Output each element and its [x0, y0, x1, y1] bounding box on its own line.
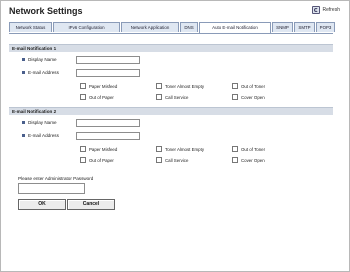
- checkbox-toner-almost-empty-1[interactable]: Toner Almost Empty: [156, 83, 204, 89]
- email-address-label-1: E-mail Address: [22, 70, 59, 75]
- refresh-icon: [312, 6, 321, 14]
- tab-ipv6-configuration[interactable]: IPv6 Configuration: [53, 22, 120, 32]
- display-name-input-2[interactable]: [76, 119, 140, 127]
- display-name-label-text-1: Display Name: [28, 57, 57, 62]
- checkbox-box[interactable]: [80, 157, 86, 163]
- checkbox-toner-almost-empty-2[interactable]: Toner Almost Empty: [156, 146, 204, 152]
- checkbox-out-of-paper-2[interactable]: Out of Paper: [80, 157, 114, 163]
- checkbox-cover-open-2[interactable]: Cover Open: [232, 157, 265, 163]
- section-email-notification-1: E-mail Notification 1: [9, 44, 333, 52]
- email-address-label-2: E-mail Address: [22, 133, 59, 138]
- checkbox-label: Call Service: [165, 94, 189, 100]
- checkbox-label: Call Service: [165, 157, 189, 163]
- bullet-icon: [22, 58, 25, 61]
- settings-window: Network Settings Refresh Network Status …: [0, 0, 350, 272]
- tab-pop3[interactable]: POP3: [316, 22, 335, 32]
- checkbox-paper-misfeed-2[interactable]: Paper Misfeed: [80, 146, 117, 152]
- page-title: Network Settings: [9, 6, 83, 16]
- bullet-icon: [22, 121, 25, 124]
- tab-dns[interactable]: DNS: [180, 22, 198, 32]
- display-name-label-text-2: Display Name: [28, 120, 57, 125]
- checkbox-box[interactable]: [80, 146, 86, 152]
- checkbox-label: Cover Open: [241, 157, 265, 163]
- checkbox-box[interactable]: [232, 83, 238, 89]
- refresh-label: Refresh: [322, 7, 340, 13]
- tab-bar: Network Status IPv6 Configuration Networ…: [9, 22, 335, 34]
- cancel-button[interactable]: Cancel: [67, 199, 115, 210]
- checkbox-cover-open-1[interactable]: Cover Open: [232, 94, 265, 100]
- checkbox-out-of-paper-1[interactable]: Out of Paper: [80, 94, 114, 100]
- checkbox-out-of-toner-2[interactable]: Out of Toner: [232, 146, 265, 152]
- admin-password-input[interactable]: [18, 183, 85, 194]
- tab-snmp[interactable]: SNMP: [272, 22, 293, 32]
- email-address-label-text-2: E-mail Address: [28, 133, 59, 138]
- checkbox-box[interactable]: [156, 146, 162, 152]
- email-address-label-text-1: E-mail Address: [28, 70, 59, 75]
- checkbox-box[interactable]: [232, 157, 238, 163]
- checkbox-paper-misfeed-1[interactable]: Paper Misfeed: [80, 83, 117, 89]
- admin-password-label: Please enter Administrator Password: [18, 176, 94, 181]
- display-name-label-1: Display Name: [22, 57, 57, 62]
- checkbox-call-service-2[interactable]: Call Service: [156, 157, 188, 163]
- display-name-label-2: Display Name: [22, 120, 57, 125]
- refresh-button[interactable]: Refresh: [312, 6, 340, 14]
- checkbox-box[interactable]: [156, 94, 162, 100]
- checkbox-out-of-toner-1[interactable]: Out of Toner: [232, 83, 265, 89]
- checkbox-label: Out of Paper: [89, 157, 114, 163]
- email-address-input-1[interactable]: [76, 69, 140, 77]
- display-name-input-1[interactable]: [76, 56, 140, 64]
- bullet-icon: [22, 71, 25, 74]
- email-address-input-2[interactable]: [76, 132, 140, 140]
- checkbox-label: Cover Open: [241, 94, 265, 100]
- checkbox-label: Out of Toner: [241, 83, 266, 89]
- checkbox-box[interactable]: [232, 94, 238, 100]
- checkbox-label: Out of Toner: [241, 146, 266, 152]
- tab-network-application[interactable]: Network Application: [121, 22, 179, 32]
- checkbox-label: Toner Almost Empty: [165, 146, 205, 152]
- tab-auto-email-notification[interactable]: Auto E-mail Notification: [199, 22, 271, 33]
- checkbox-call-service-1[interactable]: Call Service: [156, 94, 188, 100]
- tab-network-status[interactable]: Network Status: [9, 22, 52, 32]
- tab-smtp[interactable]: SMTP: [294, 22, 315, 32]
- section-email-notification-2: E-mail Notification 2: [9, 107, 333, 115]
- checkbox-label: Paper Misfeed: [89, 146, 118, 152]
- checkbox-box[interactable]: [80, 83, 86, 89]
- checkbox-label: Paper Misfeed: [89, 83, 118, 89]
- checkbox-box[interactable]: [80, 94, 86, 100]
- ok-button[interactable]: OK: [18, 199, 66, 210]
- checkbox-label: Out of Paper: [89, 94, 114, 100]
- checkbox-label: Toner Almost Empty: [165, 83, 205, 89]
- checkbox-box[interactable]: [156, 83, 162, 89]
- checkbox-box[interactable]: [232, 146, 238, 152]
- checkbox-box[interactable]: [156, 157, 162, 163]
- bullet-icon: [22, 134, 25, 137]
